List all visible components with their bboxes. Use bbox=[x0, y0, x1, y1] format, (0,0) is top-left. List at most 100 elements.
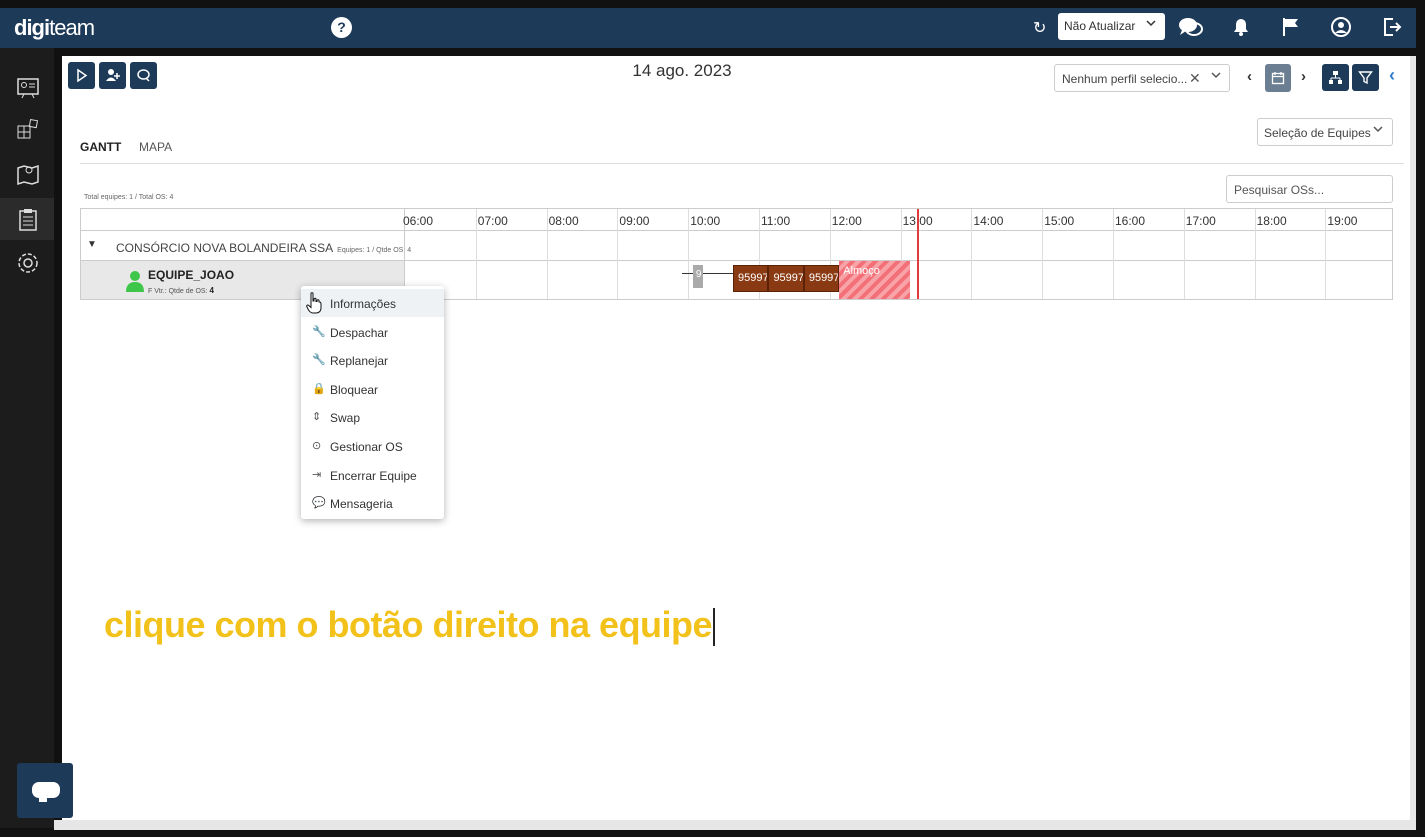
hour-gridline bbox=[475, 209, 477, 299]
context-menu-label: Swap bbox=[330, 411, 361, 426]
tab-mapa[interactable]: MAPA bbox=[139, 140, 172, 154]
profile-select[interactable]: Nenhum perfil selecio... ✕ bbox=[1054, 64, 1230, 92]
sidebar-item-settings[interactable] bbox=[0, 241, 54, 283]
chat-icon[interactable] bbox=[1178, 16, 1203, 40]
context-menu-item-encerrar-equipe[interactable]: ⇥ Encerrar Equipe bbox=[301, 461, 444, 489]
context-menu-label: Bloquear bbox=[330, 382, 379, 397]
os-block[interactable]: 95997 bbox=[768, 265, 804, 292]
caption-text: clique com o botão direito na equipe bbox=[104, 604, 713, 645]
clear-icon[interactable]: ✕ bbox=[1189, 70, 1201, 87]
context-menu-label: Mensageria bbox=[330, 497, 393, 512]
scrollbar-track[interactable] bbox=[1410, 56, 1416, 820]
context-menu-label: Encerrar Equipe bbox=[330, 468, 417, 483]
hour-label: 16:00 bbox=[1115, 214, 1146, 228]
hour-label: 09:00 bbox=[619, 214, 650, 228]
bell-icon[interactable] bbox=[1230, 16, 1254, 40]
pending-os-block[interactable]: 9 bbox=[692, 265, 703, 288]
hour-gridline bbox=[1254, 209, 1256, 299]
os-block[interactable]: 95997 bbox=[733, 265, 769, 292]
filter-icon bbox=[1358, 71, 1373, 85]
gantt-chart: ▼ CONSÓRCIO NOVA BOLANDEIRA SSA Equipes: … bbox=[80, 208, 1393, 300]
context-menu-item-despachar[interactable]: 🔧 Despachar bbox=[301, 318, 444, 346]
hour-label: 14:00 bbox=[973, 214, 1004, 228]
lunch-block[interactable]: Almoço bbox=[839, 261, 911, 299]
current-time-line bbox=[917, 209, 920, 299]
hour-label: 10:00 bbox=[690, 214, 721, 228]
settings-icon bbox=[18, 253, 38, 273]
hour-label: 06:00 bbox=[403, 214, 434, 228]
map-icon bbox=[17, 164, 39, 186]
wrench-icon: 🔧 bbox=[312, 325, 326, 338]
hour-gridline bbox=[1113, 209, 1114, 299]
message-button[interactable] bbox=[130, 62, 157, 89]
next-day-button[interactable]: › bbox=[1301, 68, 1306, 85]
hour-gridline bbox=[617, 209, 619, 299]
totals-label: Total equipes: 1 / Total OS: 4 bbox=[84, 194, 174, 201]
search-os-input[interactable]: Pesquisar OSs... bbox=[1226, 175, 1393, 203]
hand-cursor-icon bbox=[306, 292, 322, 319]
context-menu-item-replanejar[interactable]: 🔧 Replanejar bbox=[301, 346, 444, 374]
collapse-panel-button[interactable]: ‹ bbox=[1389, 65, 1395, 86]
team-selection-value: Seleção de Equipes bbox=[1264, 126, 1371, 140]
message-icon: 💬 bbox=[312, 497, 326, 510]
hierarchy-icon bbox=[1329, 71, 1342, 84]
user-circle-icon[interactable] bbox=[1330, 16, 1354, 40]
sidebar bbox=[0, 48, 54, 828]
app-logo[interactable]: digiteam bbox=[14, 15, 95, 41]
hour-gridline bbox=[971, 209, 973, 299]
context-menu-item-gestionar-os[interactable]: ⊙ Gestionar OS bbox=[301, 432, 444, 460]
sidebar-item-dashboard[interactable] bbox=[0, 66, 54, 108]
context-menu-item-informa-es[interactable]: ⓘInformações bbox=[301, 289, 444, 317]
context-menu-label: Informações bbox=[330, 297, 397, 311]
hour-label: 08:00 bbox=[548, 214, 579, 228]
swap-icon: ⇕ bbox=[312, 411, 322, 424]
calendar-icon bbox=[1271, 72, 1285, 85]
tab-gantt[interactable]: GANTT bbox=[80, 140, 121, 154]
hour-label: 17:00 bbox=[1185, 214, 1216, 228]
auto-update-value: Não Atualizar bbox=[1064, 19, 1136, 33]
context-menu-item-bloquear[interactable]: 🔒 Bloquear bbox=[301, 375, 444, 403]
hierarchy-button[interactable] bbox=[1322, 64, 1349, 91]
top-bar: digiteam ? ↻ Não Atualizar bbox=[0, 8, 1416, 48]
add-user-button[interactable] bbox=[99, 62, 126, 89]
hour-gridline bbox=[688, 209, 690, 299]
current-date: 14 ago. 2023 bbox=[632, 61, 732, 80]
filter-button[interactable] bbox=[1352, 64, 1379, 91]
text-caret bbox=[713, 608, 716, 647]
wrench-icon: 🔧 bbox=[312, 354, 326, 367]
flag-icon[interactable] bbox=[1281, 16, 1305, 40]
help-icon[interactable]: ? bbox=[331, 17, 352, 38]
clipboard-icon bbox=[19, 209, 37, 231]
previous-day-button[interactable]: ‹ bbox=[1247, 68, 1252, 85]
chat-widget-button[interactable] bbox=[17, 763, 73, 818]
sidebar-item-modules[interactable] bbox=[0, 108, 54, 150]
hour-gridline bbox=[546, 209, 548, 299]
tutorial-caption: clique com o botão direito na equipe bbox=[104, 604, 716, 647]
hour-gridline bbox=[1325, 209, 1327, 299]
auto-update-select[interactable]: Não Atualizar bbox=[1058, 13, 1165, 40]
gear-circle-icon: ⊙ bbox=[312, 440, 322, 452]
context-menu-label: Gestionar OS bbox=[330, 440, 403, 454]
hour-label: 07:00 bbox=[477, 214, 508, 228]
calendar-button[interactable] bbox=[1265, 64, 1291, 92]
chevron-down-icon bbox=[1145, 17, 1157, 32]
logout-icon[interactable] bbox=[1381, 16, 1405, 40]
hour-label: 11:00 bbox=[761, 214, 791, 228]
play-icon bbox=[77, 68, 88, 83]
hour-label: 19:00 bbox=[1327, 214, 1358, 228]
modules-icon bbox=[17, 118, 39, 139]
sidebar-item-clipboard[interactable] bbox=[0, 198, 54, 240]
play-button[interactable] bbox=[68, 62, 95, 89]
sidebar-item-map[interactable] bbox=[0, 152, 54, 194]
profile-select-value: Nenhum perfil selecio... bbox=[1062, 72, 1188, 86]
add-user-icon bbox=[106, 69, 120, 81]
team-selection-select[interactable]: Seleção de Equipes bbox=[1257, 118, 1393, 146]
chevron-down-icon bbox=[1210, 69, 1222, 84]
hour-label: 18:00 bbox=[1256, 214, 1287, 228]
message-icon bbox=[137, 69, 150, 82]
refresh-icon[interactable]: ↻ bbox=[1033, 18, 1046, 38]
bottom-border bbox=[54, 820, 1416, 830]
context-menu-item-swap[interactable]: ⇕ Swap bbox=[301, 403, 444, 431]
context-menu-item-mensageria[interactable]: 💬 Mensageria bbox=[301, 489, 444, 517]
os-block[interactable]: 95997 bbox=[803, 265, 840, 292]
